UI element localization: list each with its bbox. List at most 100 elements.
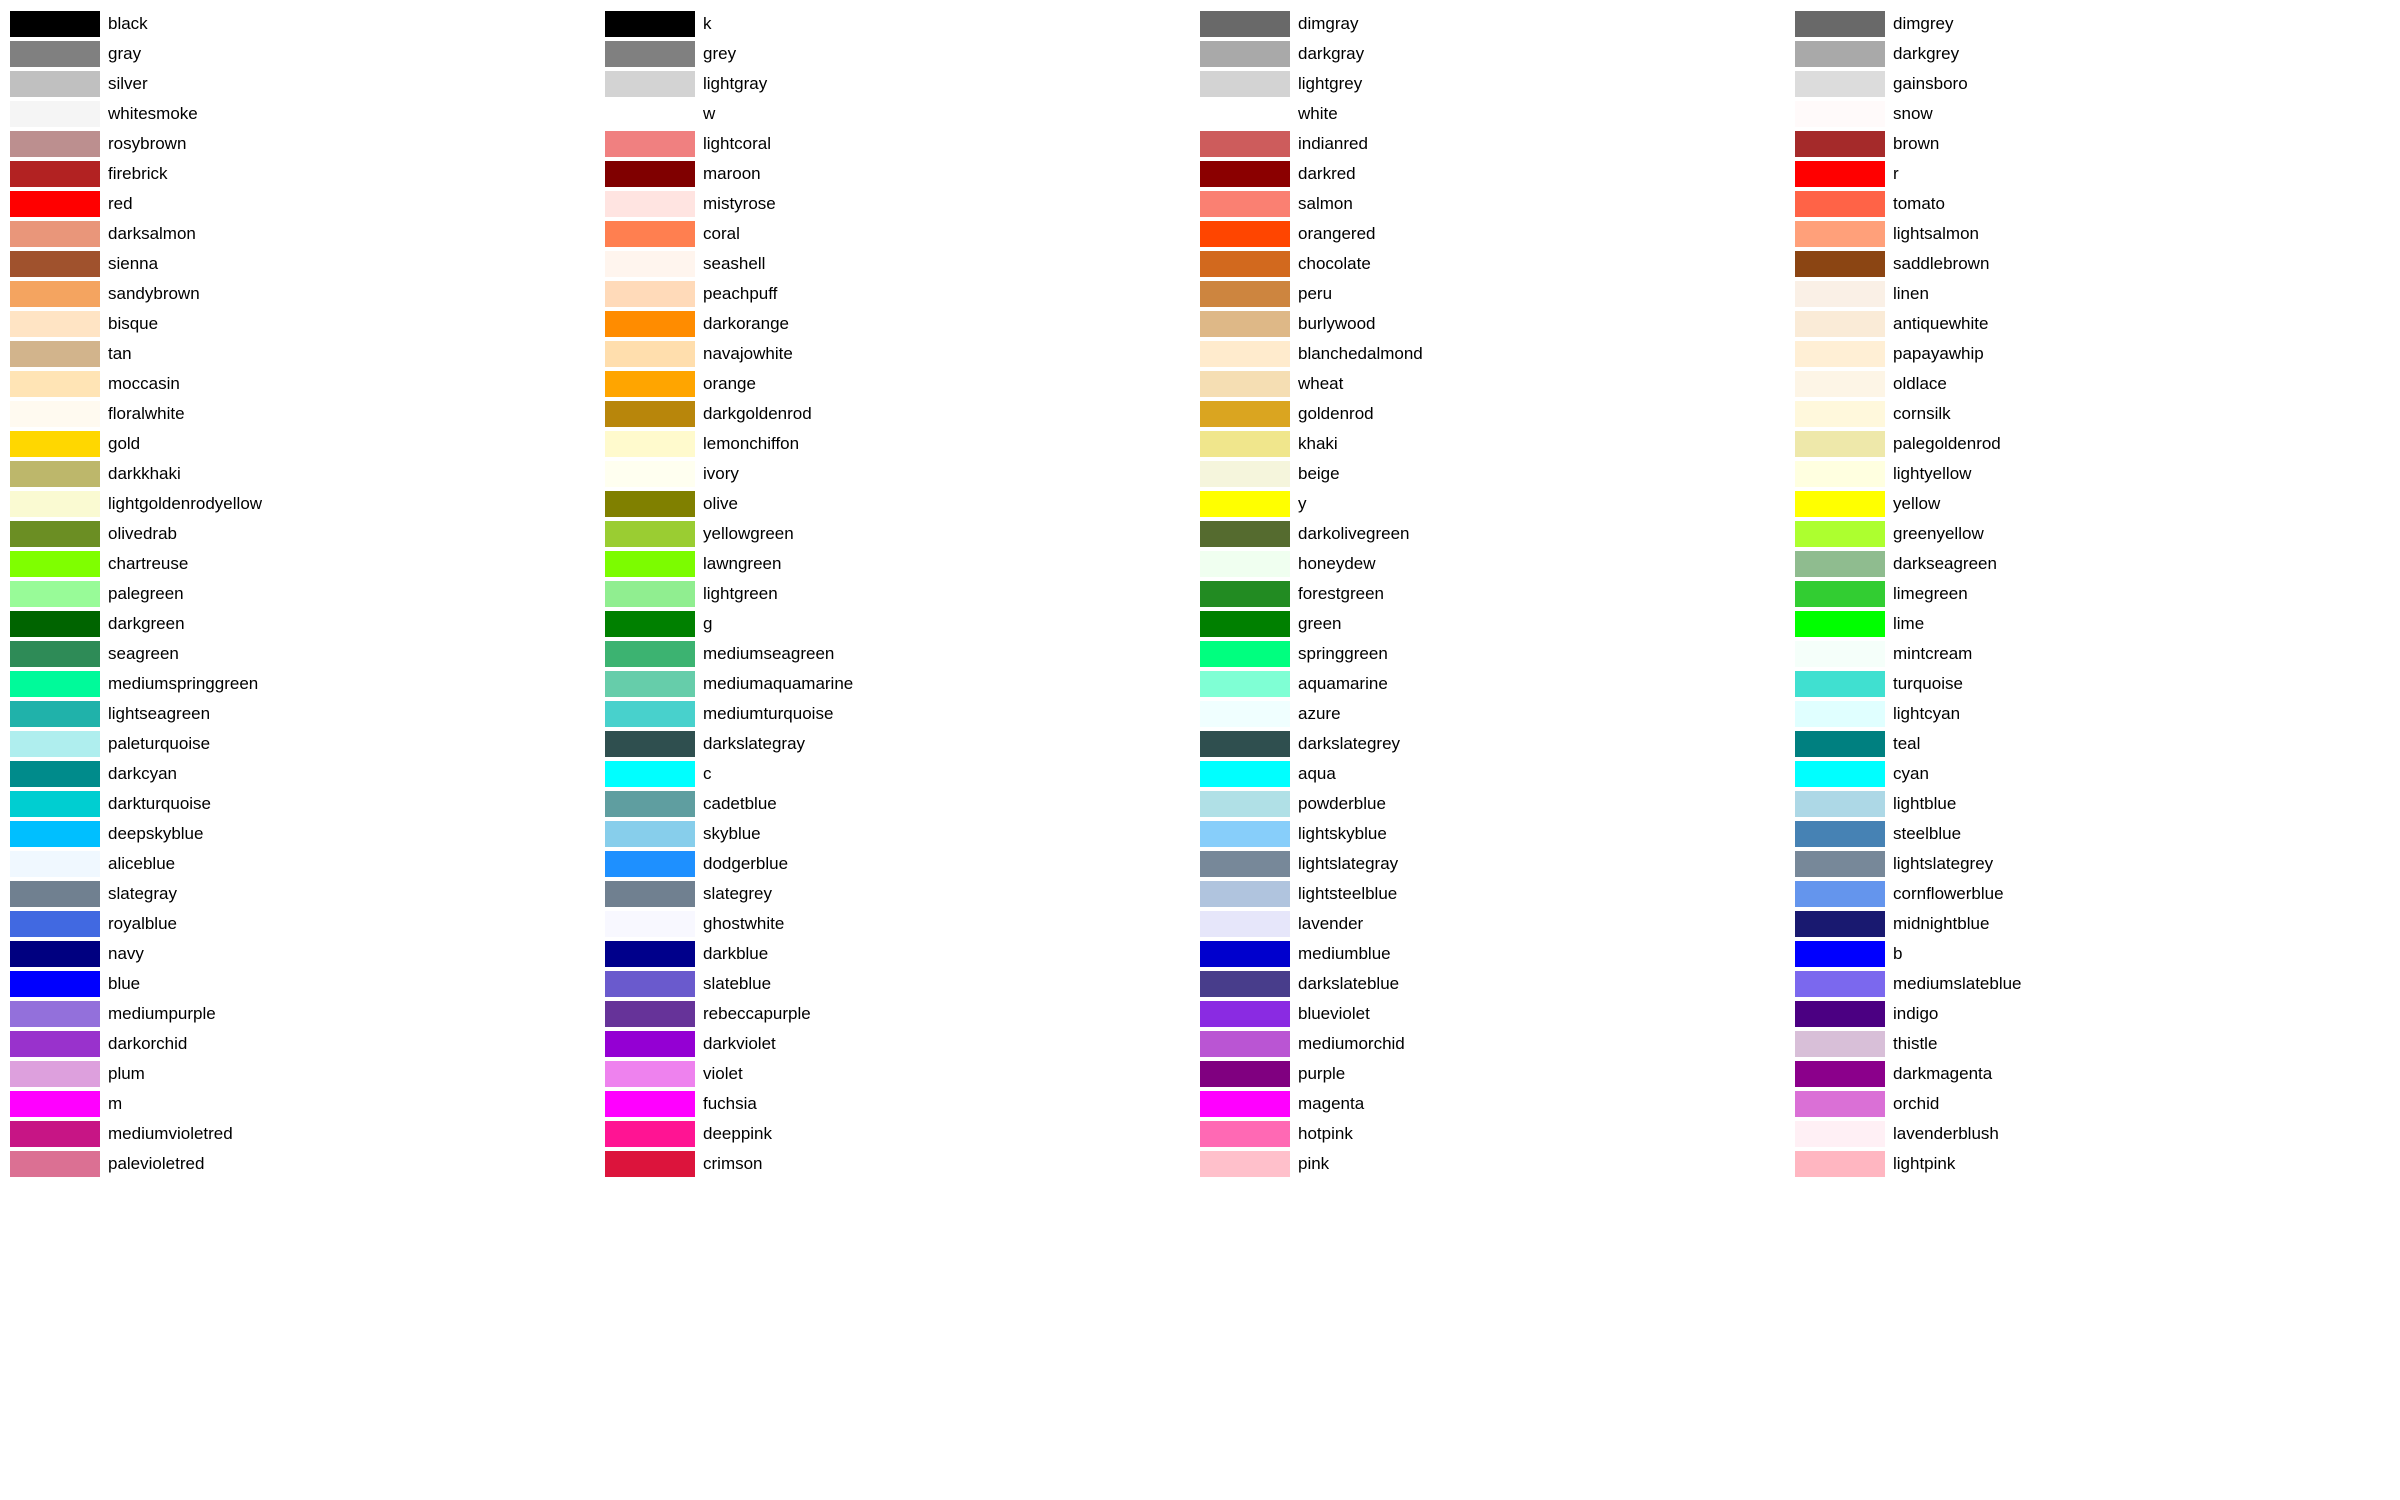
color-label: sienna	[108, 254, 158, 274]
color-row: yellow	[1795, 490, 2390, 518]
color-row: mediumvioletred	[10, 1120, 605, 1148]
color-label: dimgrey	[1893, 14, 1953, 34]
color-swatch	[605, 731, 695, 757]
color-row: darkorchid	[10, 1030, 605, 1058]
color-label: salmon	[1298, 194, 1353, 214]
color-row: lightgoldenrodyellow	[10, 490, 605, 518]
color-label: gold	[108, 434, 140, 454]
color-row: c	[605, 760, 1200, 788]
color-row: darkgrey	[1795, 40, 2390, 68]
color-label: yellowgreen	[703, 524, 794, 544]
color-label: moccasin	[108, 374, 180, 394]
color-label: darkseagreen	[1893, 554, 1997, 574]
color-row: lemonchiffon	[605, 430, 1200, 458]
color-row: darkcyan	[10, 760, 605, 788]
color-swatch	[605, 281, 695, 307]
color-swatch	[10, 731, 100, 757]
color-swatch	[1200, 851, 1290, 877]
color-label: maroon	[703, 164, 761, 184]
column-1: blackgraysilverwhitesmokerosybrownfirebr…	[10, 10, 605, 1178]
color-row: gray	[10, 40, 605, 68]
color-label: coral	[703, 224, 740, 244]
color-swatch	[1200, 191, 1290, 217]
color-swatch	[10, 971, 100, 997]
color-row: aliceblue	[10, 850, 605, 878]
color-row: mintcream	[1795, 640, 2390, 668]
color-swatch	[10, 371, 100, 397]
color-label: rebeccapurple	[703, 1004, 811, 1024]
color-swatch	[10, 311, 100, 337]
column-4: dimgreydarkgreygainsborosnowbrownrtomato…	[1795, 10, 2390, 1178]
color-label: khaki	[1298, 434, 1338, 454]
color-swatch	[605, 461, 695, 487]
color-row: honeydew	[1200, 550, 1795, 578]
color-row: beige	[1200, 460, 1795, 488]
color-row: mediumblue	[1200, 940, 1795, 968]
color-row: lightsteelblue	[1200, 880, 1795, 908]
color-label: tan	[108, 344, 132, 364]
color-swatch	[605, 821, 695, 847]
color-row: darkslateblue	[1200, 970, 1795, 998]
color-swatch	[1200, 401, 1290, 427]
color-swatch	[1200, 221, 1290, 247]
color-row: lightseagreen	[10, 700, 605, 728]
color-swatch	[605, 131, 695, 157]
color-label: olive	[703, 494, 738, 514]
color-row: ghostwhite	[605, 910, 1200, 938]
color-table: blackgraysilverwhitesmokerosybrownfirebr…	[10, 10, 2390, 1178]
color-label: fuchsia	[703, 1094, 757, 1114]
color-row: palevioletred	[10, 1150, 605, 1178]
color-row: forestgreen	[1200, 580, 1795, 608]
color-row: steelblue	[1795, 820, 2390, 848]
color-row: darkorange	[605, 310, 1200, 338]
color-swatch	[1200, 761, 1290, 787]
color-row: linen	[1795, 280, 2390, 308]
color-row: violet	[605, 1060, 1200, 1088]
color-label: grey	[703, 44, 736, 64]
color-swatch	[10, 1151, 100, 1177]
color-label: darkmagenta	[1893, 1064, 1992, 1084]
color-row: purple	[1200, 1060, 1795, 1088]
color-swatch	[1200, 731, 1290, 757]
color-swatch	[10, 1121, 100, 1147]
color-label: lawngreen	[703, 554, 781, 574]
color-label: royalblue	[108, 914, 177, 934]
color-label: seashell	[703, 254, 765, 274]
color-swatch	[1795, 761, 1885, 787]
color-label: whitesmoke	[108, 104, 198, 124]
color-label: g	[703, 614, 712, 634]
color-label: lemonchiffon	[703, 434, 799, 454]
color-swatch	[1200, 491, 1290, 517]
color-row: mediumorchid	[1200, 1030, 1795, 1058]
color-label: slategray	[108, 884, 177, 904]
color-label: mediumspringgreen	[108, 674, 258, 694]
color-label: indigo	[1893, 1004, 1938, 1024]
color-label: limegreen	[1893, 584, 1968, 604]
color-swatch	[10, 791, 100, 817]
color-label: gray	[108, 44, 141, 64]
color-label: silver	[108, 74, 148, 94]
color-swatch	[1200, 311, 1290, 337]
color-swatch	[1795, 1091, 1885, 1117]
color-label: r	[1893, 164, 1899, 184]
color-swatch	[605, 971, 695, 997]
color-row: teal	[1795, 730, 2390, 758]
color-label: darkturquoise	[108, 794, 211, 814]
color-swatch	[10, 161, 100, 187]
color-swatch	[1795, 11, 1885, 37]
color-row: darkslategrey	[1200, 730, 1795, 758]
color-swatch	[605, 671, 695, 697]
color-swatch	[605, 1061, 695, 1087]
color-swatch	[10, 431, 100, 457]
color-swatch	[10, 1091, 100, 1117]
color-row: ivory	[605, 460, 1200, 488]
color-swatch	[1795, 641, 1885, 667]
color-swatch	[1200, 1031, 1290, 1057]
color-row: gainsboro	[1795, 70, 2390, 98]
color-swatch	[10, 281, 100, 307]
color-label: powderblue	[1298, 794, 1386, 814]
color-label: slategrey	[703, 884, 772, 904]
color-swatch	[1200, 431, 1290, 457]
color-swatch	[1795, 41, 1885, 67]
color-row: goldenrod	[1200, 400, 1795, 428]
